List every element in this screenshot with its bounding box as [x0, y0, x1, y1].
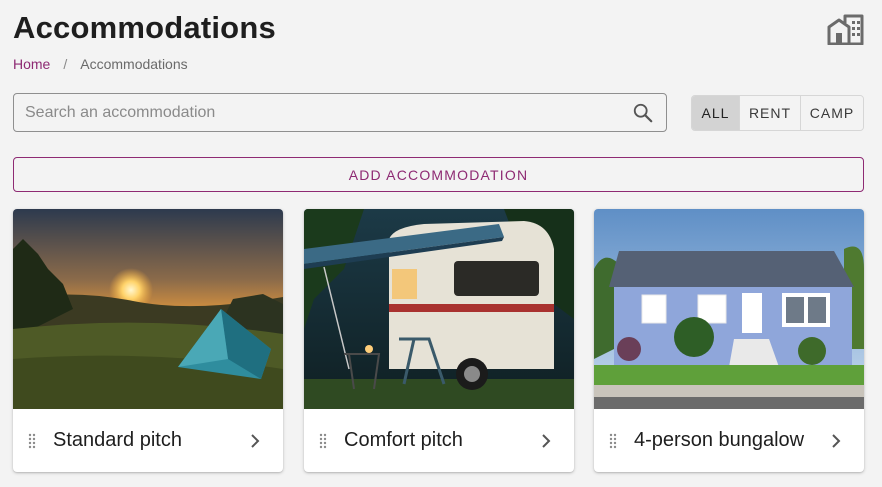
page-title: Accommodations [13, 10, 276, 45]
card-footer: Standard pitch [13, 409, 283, 472]
chevron-right-icon[interactable] [249, 433, 261, 449]
drag-handle-icon[interactable] [608, 432, 618, 450]
add-accommodation-button[interactable]: ADD ACCOMMODATION [13, 157, 864, 192]
filter-camp-button[interactable]: CAMP [800, 96, 863, 130]
blue-house-photo [594, 209, 864, 409]
search-input[interactable] [14, 94, 632, 131]
accommodation-card-4-person-bungalow[interactable]: 4-person bungalow [594, 209, 864, 472]
type-filter-toggle: ALL RENT CAMP [691, 95, 864, 131]
breadcrumb-separator: / [63, 56, 68, 72]
breadcrumb-current: Accommodations [80, 56, 188, 72]
drag-handle-icon[interactable] [27, 432, 37, 450]
card-title: Comfort pitch [344, 429, 463, 451]
search-icon[interactable] [632, 102, 654, 124]
accommodation-card-comfort-pitch[interactable]: Comfort pitch [304, 209, 574, 472]
breadcrumb: Home / Accommodations [13, 56, 188, 72]
card-title: 4-person bungalow [634, 429, 805, 451]
tent-at-sunset-photo [13, 209, 283, 409]
filter-rent-button[interactable]: RENT [739, 96, 800, 130]
buildings-icon [827, 14, 864, 45]
filter-all-button[interactable]: ALL [692, 96, 739, 130]
caravan-with-awning-photo [304, 209, 574, 409]
card-title: Standard pitch [53, 429, 182, 451]
card-footer: Comfort pitch [304, 409, 574, 472]
chevron-right-icon[interactable] [830, 433, 842, 449]
accommodation-card-standard-pitch[interactable]: Standard pitch [13, 209, 283, 472]
drag-handle-icon[interactable] [318, 432, 328, 450]
breadcrumb-home-link[interactable]: Home [13, 56, 50, 72]
chevron-right-icon[interactable] [540, 433, 552, 449]
search-box [13, 93, 667, 132]
card-footer: 4-person bungalow [594, 409, 864, 472]
